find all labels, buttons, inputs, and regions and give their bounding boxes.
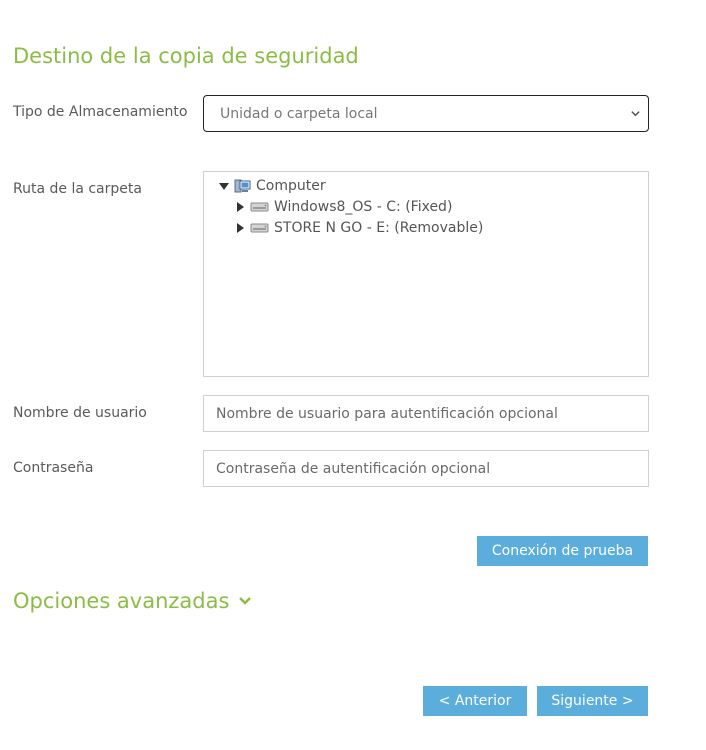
drive-icon [250, 202, 269, 212]
folder-tree[interactable]: Computer Windows8_OS - C: (Fixed) STORE … [203, 171, 649, 377]
storage-type-select[interactable]: Unidad o carpeta local [203, 95, 649, 132]
expanded-triangle-icon[interactable] [218, 180, 230, 192]
password-label: Contraseña [13, 460, 94, 476]
chevron-down-icon [631, 111, 640, 117]
tree-node-drive-e[interactable]: STORE N GO - E: (Removable) [234, 218, 483, 238]
computer-icon [234, 179, 251, 192]
chevron-down-icon [239, 597, 252, 605]
password-input[interactable] [203, 450, 649, 487]
tree-node-computer[interactable]: Computer [218, 176, 326, 196]
tree-node-label: STORE N GO - E: (Removable) [274, 220, 484, 236]
folder-path-label: Ruta de la carpeta [13, 181, 142, 197]
storage-type-label: Tipo de Almacenamiento [13, 104, 188, 120]
previous-button[interactable]: < Anterior [423, 686, 527, 716]
next-button[interactable]: Siguiente > [537, 686, 648, 716]
tree-node-drive-c[interactable]: Windows8_OS - C: (Fixed) [234, 197, 452, 217]
collapsed-triangle-icon[interactable] [234, 222, 246, 234]
storage-type-value: Unidad o carpeta local [220, 106, 378, 122]
advanced-options-label: Opciones avanzadas [13, 589, 230, 613]
username-label: Nombre de usuario [13, 405, 147, 421]
drive-icon [250, 223, 269, 233]
username-input[interactable] [203, 395, 649, 432]
test-connection-button[interactable]: Conexión de prueba [477, 536, 648, 566]
tree-node-label: Computer [256, 178, 326, 194]
tree-node-label: Windows8_OS - C: (Fixed) [274, 199, 453, 215]
collapsed-triangle-icon[interactable] [234, 201, 246, 213]
page-title: Destino de la copia de seguridad [13, 44, 359, 68]
advanced-options-toggle[interactable]: Opciones avanzadas [13, 589, 252, 613]
